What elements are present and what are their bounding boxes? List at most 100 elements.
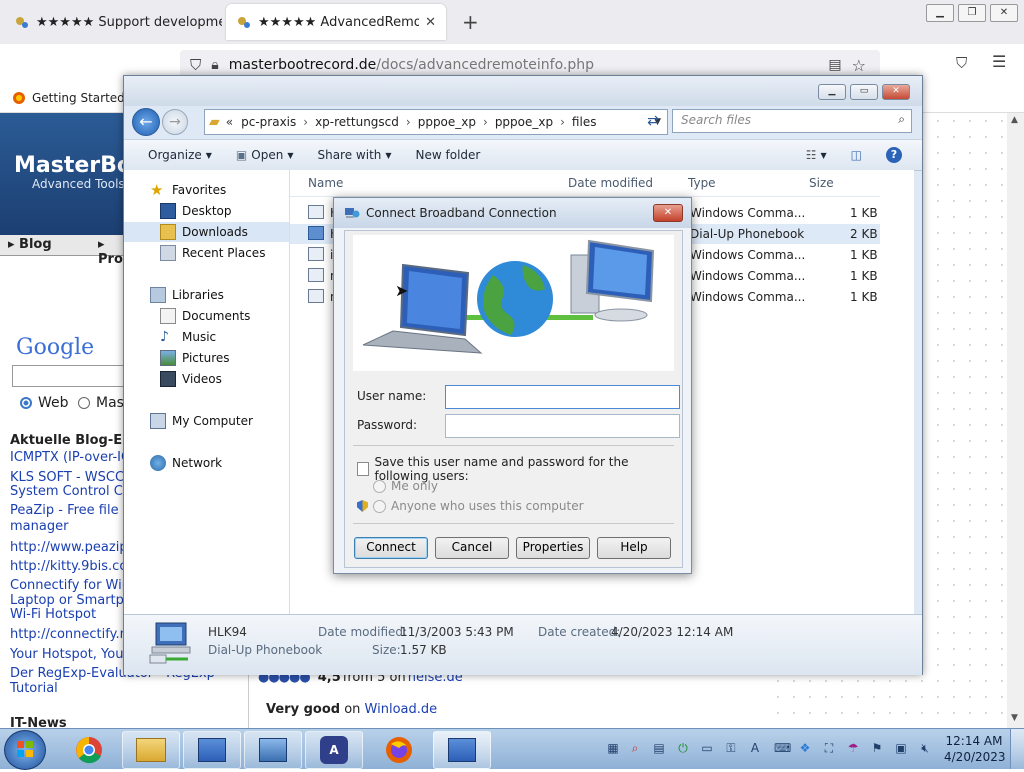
- refresh-icon[interactable]: ⇄: [642, 109, 664, 133]
- winload-link[interactable]: Winload.de: [365, 702, 438, 717]
- tray-search-icon[interactable]: ⌕: [628, 741, 642, 755]
- bookmark-getting-started[interactable]: Getting Started: [12, 91, 125, 105]
- nav-favorites[interactable]: ★ Favorites: [124, 180, 289, 200]
- blog-link[interactable]: Tutorial: [10, 681, 58, 696]
- app-taskbar-button[interactable]: [183, 731, 241, 769]
- bookmark-star-icon[interactable]: ☆: [852, 56, 866, 75]
- tray-umbrella-icon[interactable]: ☂: [846, 741, 860, 755]
- blog-link[interactable]: PeaZip - Free file ar: [10, 503, 136, 518]
- network-taskbar-button[interactable]: [244, 731, 302, 769]
- tray-key-icon[interactable]: ⚿: [724, 741, 738, 755]
- breadcrumb-item[interactable]: pc-praxis: [241, 115, 296, 129]
- column-header-date[interactable]: Date modified: [568, 176, 653, 190]
- tray-dropbox-icon[interactable]: ❖: [798, 741, 812, 755]
- search-input[interactable]: Search files ⌕: [672, 109, 912, 133]
- tab-support-development[interactable]: ★★★★★ Support developme: [4, 4, 222, 40]
- back-button[interactable]: ←: [132, 108, 160, 136]
- properties-button[interactable]: Properties: [516, 537, 590, 559]
- column-header-name[interactable]: Name: [308, 176, 343, 190]
- radio-anyone[interactable]: Anyone who uses this computer: [357, 499, 584, 513]
- reader-view-icon[interactable]: ▤: [828, 57, 841, 73]
- tray-icon-3[interactable]: ▤: [652, 741, 666, 755]
- breadcrumb-item[interactable]: pppoe_xp: [495, 115, 553, 129]
- breadcrumb-item[interactable]: pppoe_xp: [418, 115, 476, 129]
- blog-link[interactable]: KLS SOFT - WSCC: [10, 470, 124, 485]
- minimize-button[interactable]: ▁: [926, 4, 954, 22]
- restore-button[interactable]: ❐: [958, 4, 986, 22]
- nav-music[interactable]: ♪ Music: [124, 327, 289, 347]
- tray-drive-icon[interactable]: ▭: [700, 741, 714, 755]
- nav-libraries[interactable]: Libraries: [124, 285, 289, 305]
- remote-taskbar-button[interactable]: A: [305, 731, 363, 769]
- preview-pane-button[interactable]: ◫: [839, 148, 874, 162]
- column-header-size[interactable]: Size: [809, 176, 834, 190]
- explorer-title-bar[interactable]: ▁ ▭ ✕: [124, 76, 922, 106]
- tray-remote-icon[interactable]: A: [748, 741, 762, 755]
- tray-volume-icon[interactable]: 🔇︎: [918, 741, 932, 755]
- open-button[interactable]: ▣ Open ▼: [224, 148, 306, 162]
- tab-advanced-remote-info[interactable]: ★★★★★ AdvancedRemoteInf ✕: [226, 4, 446, 40]
- blog-link[interactable]: http://connectify.me: [10, 627, 140, 642]
- nav-downloads[interactable]: Downloads: [124, 222, 289, 242]
- share-with-button[interactable]: Share with ▼: [305, 148, 403, 162]
- tray-keyboard-icon[interactable]: ⌨: [774, 741, 791, 755]
- view-options-button[interactable]: ☷ ▼: [794, 148, 839, 162]
- radio-web[interactable]: Web: [20, 395, 69, 411]
- nav-desktop[interactable]: Desktop: [124, 201, 289, 221]
- nav-documents[interactable]: Documents: [124, 306, 289, 326]
- cancel-button[interactable]: Cancel: [435, 537, 509, 559]
- nav-blog-link[interactable]: ▸ Blog: [8, 237, 52, 252]
- nav-network[interactable]: Network: [124, 453, 289, 473]
- explorer-maximize-button[interactable]: ▭: [850, 84, 878, 100]
- nav-recent-places[interactable]: Recent Places: [124, 243, 289, 263]
- search-icon[interactable]: ⌕: [898, 112, 905, 127]
- username-input[interactable]: [445, 385, 680, 409]
- forward-button[interactable]: →: [162, 109, 188, 135]
- radio-mas[interactable]: Mas: [78, 395, 124, 411]
- scroll-up-icon[interactable]: ▲: [1011, 115, 1018, 125]
- blog-link[interactable]: http://kitty.9bis.com: [10, 559, 140, 574]
- explorer-minimize-button[interactable]: ▁: [818, 84, 846, 100]
- blog-link[interactable]: manager: [10, 519, 68, 534]
- address-bar[interactable]: ▰ « pc-praxis › xp-rettungscd › pppoe_xp › …: [204, 109, 668, 135]
- blog-link[interactable]: System Control Cen: [10, 484, 139, 499]
- tray-network-icon[interactable]: ⛶: [822, 741, 836, 755]
- blog-link[interactable]: Wi-Fi Hotspot: [10, 607, 96, 622]
- radio-me-only[interactable]: Me only: [373, 479, 438, 493]
- column-header-type[interactable]: Type: [688, 176, 716, 190]
- dialog-close-button[interactable]: ✕: [653, 204, 683, 222]
- explorer-close-button[interactable]: ✕: [882, 84, 910, 100]
- chrome-taskbar-button[interactable]: [60, 731, 118, 769]
- breadcrumb-item[interactable]: xp-rettungscd: [315, 115, 399, 129]
- nav-pictures[interactable]: Pictures: [124, 348, 289, 368]
- show-desktop-button[interactable]: [1010, 729, 1024, 769]
- organize-button[interactable]: Organize ▼: [124, 148, 224, 162]
- close-tab-icon[interactable]: ✕: [425, 15, 436, 30]
- phonebook-taskbar-button[interactable]: [433, 731, 491, 769]
- blog-link[interactable]: ICMPTX (IP-over-ICM: [10, 450, 141, 465]
- blog-link[interactable]: Connectify for Wind: [10, 578, 138, 593]
- scroll-down-icon[interactable]: ▼: [1011, 713, 1018, 723]
- help-button[interactable]: Help: [597, 537, 671, 559]
- nav-my-computer[interactable]: My Computer: [124, 411, 289, 431]
- pocket-icon[interactable]: ⛉: [956, 54, 967, 72]
- tray-icon-1[interactable]: ▦: [606, 741, 620, 755]
- start-button[interactable]: [4, 730, 46, 770]
- blog-link[interactable]: Laptop or Smartpho: [10, 593, 140, 608]
- blog-link[interactable]: Your Hotspot, Your: [10, 647, 129, 662]
- clock[interactable]: 12:14 AM 4/20/2023: [944, 733, 1006, 765]
- close-window-button[interactable]: ✕: [990, 4, 1018, 22]
- password-input[interactable]: [445, 414, 680, 438]
- explorer-taskbar-button[interactable]: [122, 731, 180, 769]
- dialog-title-bar[interactable]: Connect Broadband Connection ✕: [334, 198, 691, 228]
- connect-button[interactable]: Connect: [354, 537, 428, 559]
- help-button[interactable]: ?: [874, 147, 922, 163]
- menu-icon[interactable]: ☰: [992, 52, 1006, 71]
- breadcrumb-overflow[interactable]: «: [226, 115, 233, 129]
- blog-link[interactable]: http://www.peazip.o: [10, 540, 140, 555]
- nav-videos[interactable]: Videos: [124, 369, 289, 389]
- page-scrollbar[interactable]: ▲ ▼: [1007, 113, 1024, 728]
- tray-flag-icon[interactable]: ⚑: [870, 741, 884, 755]
- new-tab-button[interactable]: +: [462, 10, 479, 34]
- firefox-taskbar-button[interactable]: [370, 731, 428, 769]
